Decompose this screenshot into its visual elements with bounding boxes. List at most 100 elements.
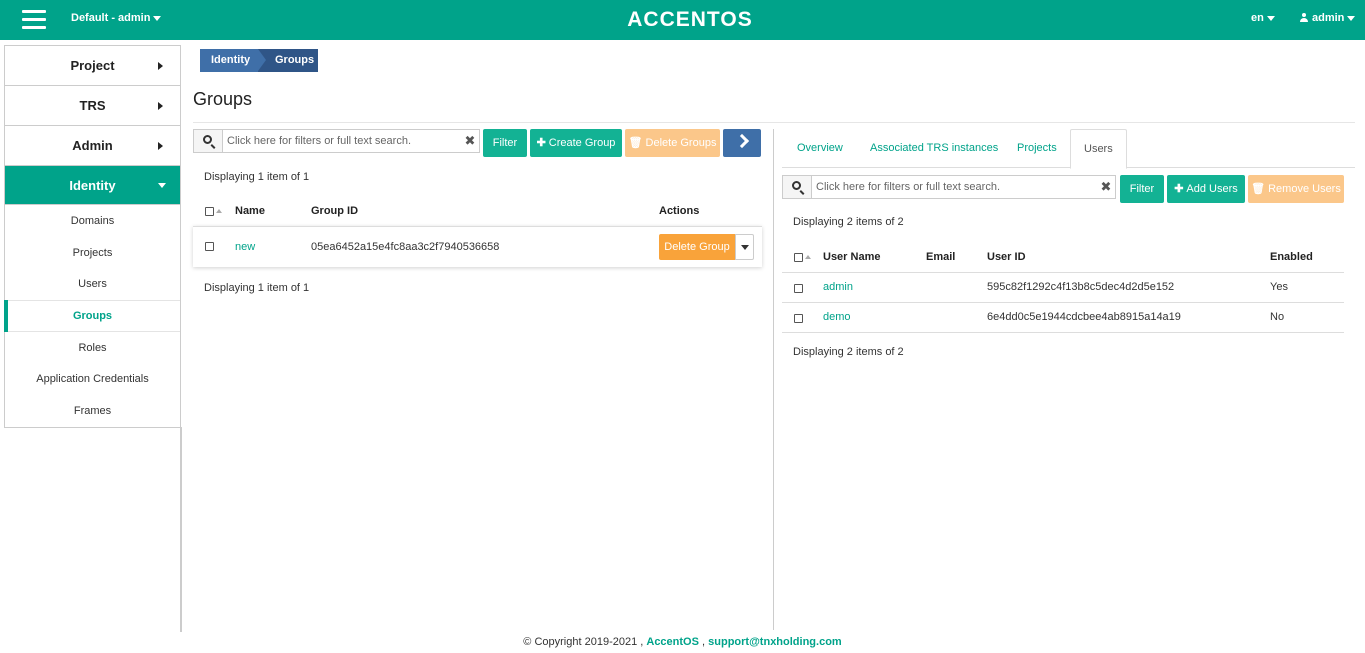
- users-display-count-top: Displaying 2 items of 2: [793, 216, 904, 228]
- users-display-count-bottom: Displaying 2 items of 2: [793, 346, 904, 358]
- groups-display-count-bottom: Displaying 1 item of 1: [204, 282, 310, 294]
- user-enabled-cell: No: [1270, 311, 1285, 323]
- remove-users-label: Remove Users: [1268, 183, 1341, 195]
- users-select-all[interactable]: [794, 251, 811, 263]
- user-menu[interactable]: admin: [1300, 12, 1356, 24]
- tab-overview[interactable]: Overview: [797, 129, 843, 168]
- user-id-cell: 595c82f1292c4f13b8c5dec4d2d5e152: [987, 281, 1175, 293]
- sidebar-subitem-frames[interactable]: Frames: [5, 395, 180, 427]
- chevron-right-icon: [158, 62, 163, 70]
- clear-icon[interactable]: ✖: [461, 130, 479, 152]
- user-enabled-cell: Yes: [1270, 281, 1288, 293]
- project-switcher-label: Default - admin: [71, 12, 151, 24]
- column-header-actions: Actions: [659, 205, 700, 217]
- footer: © Copyright 2019-2021 , AccentOS , suppo…: [0, 636, 1365, 648]
- top-navbar: Default - admin ACCENTOS en admin: [0, 0, 1365, 40]
- user-name-link[interactable]: demo: [823, 311, 851, 323]
- row-checkbox[interactable]: [205, 240, 214, 252]
- sidebar-subitem-roles[interactable]: Roles: [5, 332, 180, 364]
- sidebar-subitem-users[interactable]: Users: [5, 268, 180, 300]
- sidebar-subitem-domains[interactable]: Domains: [5, 205, 180, 237]
- caret-down-icon: [741, 245, 749, 250]
- sort-icon[interactable]: [805, 255, 811, 260]
- user-id-cell: 6e4dd0c5e1944cdcbee4ab8915a14a19: [987, 311, 1181, 323]
- sort-icon[interactable]: [216, 209, 222, 214]
- group-name-link[interactable]: new: [235, 241, 255, 253]
- search-icon[interactable]: [783, 176, 812, 198]
- caret-down-icon: [153, 15, 162, 21]
- sidebar-item-trs[interactable]: TRS: [5, 86, 180, 126]
- user-menu-label: admin: [1312, 12, 1345, 24]
- divider: [193, 226, 762, 227]
- breadcrumb: Identity Groups: [200, 49, 318, 72]
- users-search-input[interactable]: [812, 176, 1097, 198]
- language-switcher[interactable]: en: [1251, 12, 1275, 24]
- panel-divider: [773, 129, 774, 630]
- sidebar-item-identity[interactable]: Identity: [5, 166, 180, 205]
- project-switcher[interactable]: Default - admin: [71, 12, 162, 24]
- column-header-name[interactable]: Name: [235, 205, 265, 217]
- row-checkbox[interactable]: [794, 282, 803, 294]
- delete-groups-label: Delete Groups: [645, 137, 717, 149]
- page-title: Groups: [193, 89, 253, 109]
- column-header-group-id[interactable]: Group ID: [311, 205, 358, 217]
- row-checkbox[interactable]: [794, 312, 803, 324]
- language-label: en: [1251, 12, 1264, 24]
- plus-icon: ✚: [1174, 183, 1184, 195]
- checkbox-icon[interactable]: [205, 241, 214, 251]
- checkbox-icon[interactable]: [794, 252, 803, 262]
- breadcrumb-groups[interactable]: Groups: [258, 49, 318, 72]
- accentos-link[interactable]: AccentOS: [646, 636, 699, 648]
- sidebar-divider: [180, 427, 182, 632]
- sidebar-item-admin[interactable]: Admin: [5, 126, 180, 166]
- actions-dropdown-toggle[interactable]: [735, 234, 754, 260]
- footer-separator: ,: [702, 636, 706, 648]
- delete-groups-button[interactable]: 🗑 Delete Groups: [625, 129, 720, 157]
- expand-detail-button[interactable]: [723, 129, 761, 157]
- sidebar-subitem-application-credentials[interactable]: Application Credentials: [5, 363, 180, 395]
- create-group-button[interactable]: ✚ Create Group: [530, 129, 622, 157]
- column-header-enabled[interactable]: Enabled: [1270, 251, 1313, 263]
- user-icon: [1300, 13, 1308, 22]
- divider: [782, 302, 1344, 303]
- support-email-link[interactable]: support@tnxholding.com: [708, 636, 842, 648]
- trash-icon: 🗑: [628, 137, 643, 149]
- delete-group-button[interactable]: Delete Group: [659, 234, 735, 260]
- sidebar-subitem-projects[interactable]: Projects: [5, 237, 180, 269]
- hamburger-menu-icon[interactable]: [22, 10, 46, 30]
- checkbox-icon[interactable]: [205, 206, 214, 216]
- create-group-label: Create Group: [548, 137, 616, 149]
- chevron-down-icon: [158, 183, 166, 188]
- checkbox-icon[interactable]: [794, 313, 803, 323]
- column-header-email[interactable]: Email: [926, 251, 955, 263]
- chevron-right-icon: [158, 102, 163, 110]
- search-icon[interactable]: [194, 130, 223, 152]
- tab-associated-trs-instances[interactable]: Associated TRS instances: [870, 129, 998, 168]
- user-name-link[interactable]: admin: [823, 281, 853, 293]
- remove-users-button[interactable]: 🗑 Remove Users: [1248, 175, 1344, 203]
- tab-projects[interactable]: Projects: [1017, 129, 1057, 168]
- caret-down-icon: [1266, 15, 1275, 21]
- breadcrumb-identity[interactable]: Identity: [200, 49, 266, 72]
- add-users-label: Add Users: [1186, 183, 1238, 195]
- users-filter-button[interactable]: Filter: [1120, 175, 1164, 203]
- divider: [193, 122, 1355, 123]
- logo: ACCENTOS: [627, 8, 753, 31]
- divider: [782, 332, 1344, 333]
- sidebar-item-project[interactable]: Project: [5, 46, 180, 86]
- sidebar-subitem-groups[interactable]: Groups: [4, 300, 180, 332]
- checkbox-icon[interactable]: [794, 283, 803, 293]
- column-header-user-name[interactable]: User Name: [823, 251, 880, 263]
- trash-icon: 🗑: [1251, 183, 1266, 195]
- add-users-button[interactable]: ✚ Add Users: [1167, 175, 1245, 203]
- groups-filter-button[interactable]: Filter: [483, 129, 527, 157]
- caret-down-icon: [1347, 15, 1356, 21]
- groups-select-all[interactable]: [205, 205, 222, 217]
- clear-icon[interactable]: ✖: [1097, 176, 1115, 198]
- groups-search-input[interactable]: [223, 130, 461, 152]
- column-header-user-id[interactable]: User ID: [987, 251, 1026, 263]
- group-id-cell: 05ea6452a15e4fc8aa3c2f7940536658: [311, 241, 500, 253]
- sidebar-item-label: Project: [70, 58, 115, 73]
- tab-users[interactable]: Users: [1070, 129, 1127, 169]
- plus-icon: ✚: [536, 137, 546, 149]
